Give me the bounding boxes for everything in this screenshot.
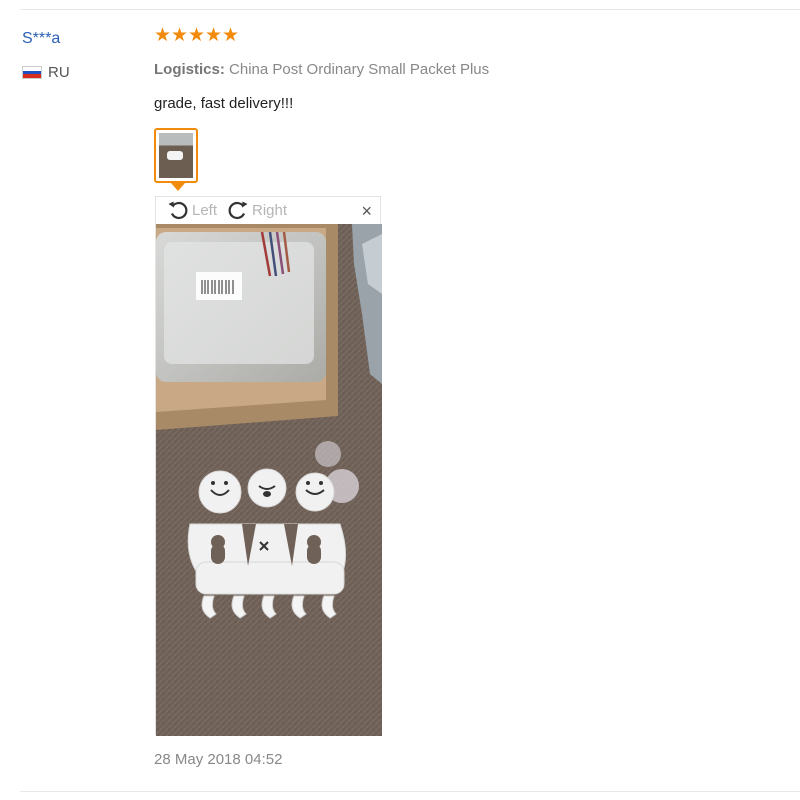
viewer-toolbar: Left Right × [156,197,382,224]
photo-viewer: Left Right × [155,196,382,736]
rotate-left-icon [168,201,188,220]
rotate-left-label: Left [192,201,218,219]
reviewer-name[interactable]: S***a [22,30,60,48]
star-icon: ★ [205,25,223,46]
bottom-divider [20,791,800,792]
thumbnail-image [159,133,193,178]
review-photo [156,224,382,736]
review-photo-image [156,224,382,736]
logistics-value: China Post Ordinary Small Packet Plus [229,61,490,78]
review-photo-thumbnail[interactable] [154,128,198,183]
reviewer-country: RU [22,64,70,81]
review-text: grade, fast delivery!!! [154,95,294,112]
review-date: 28 May 2018 04:52 [154,751,283,768]
russia-flag-icon [22,66,42,79]
star-icon: ★ [222,25,240,46]
logistics-info: Logistics: China Post Ordinary Small Pac… [154,61,489,78]
close-icon[interactable]: × [361,201,372,222]
star-icon: ★ [154,25,172,46]
logistics-label: Logistics: [154,61,225,78]
rotate-left-button[interactable]: Left [166,198,217,222]
star-rating: ★ ★ ★ ★ ★ [154,25,240,46]
rotate-right-icon [228,201,248,220]
star-icon: ★ [188,25,206,46]
rotate-right-label: Right [252,201,288,219]
country-code: RU [48,64,70,81]
top-divider [20,9,800,10]
thumbnail-pointer [171,183,185,191]
rotate-right-button[interactable]: Right [226,198,287,222]
star-icon: ★ [171,25,189,46]
